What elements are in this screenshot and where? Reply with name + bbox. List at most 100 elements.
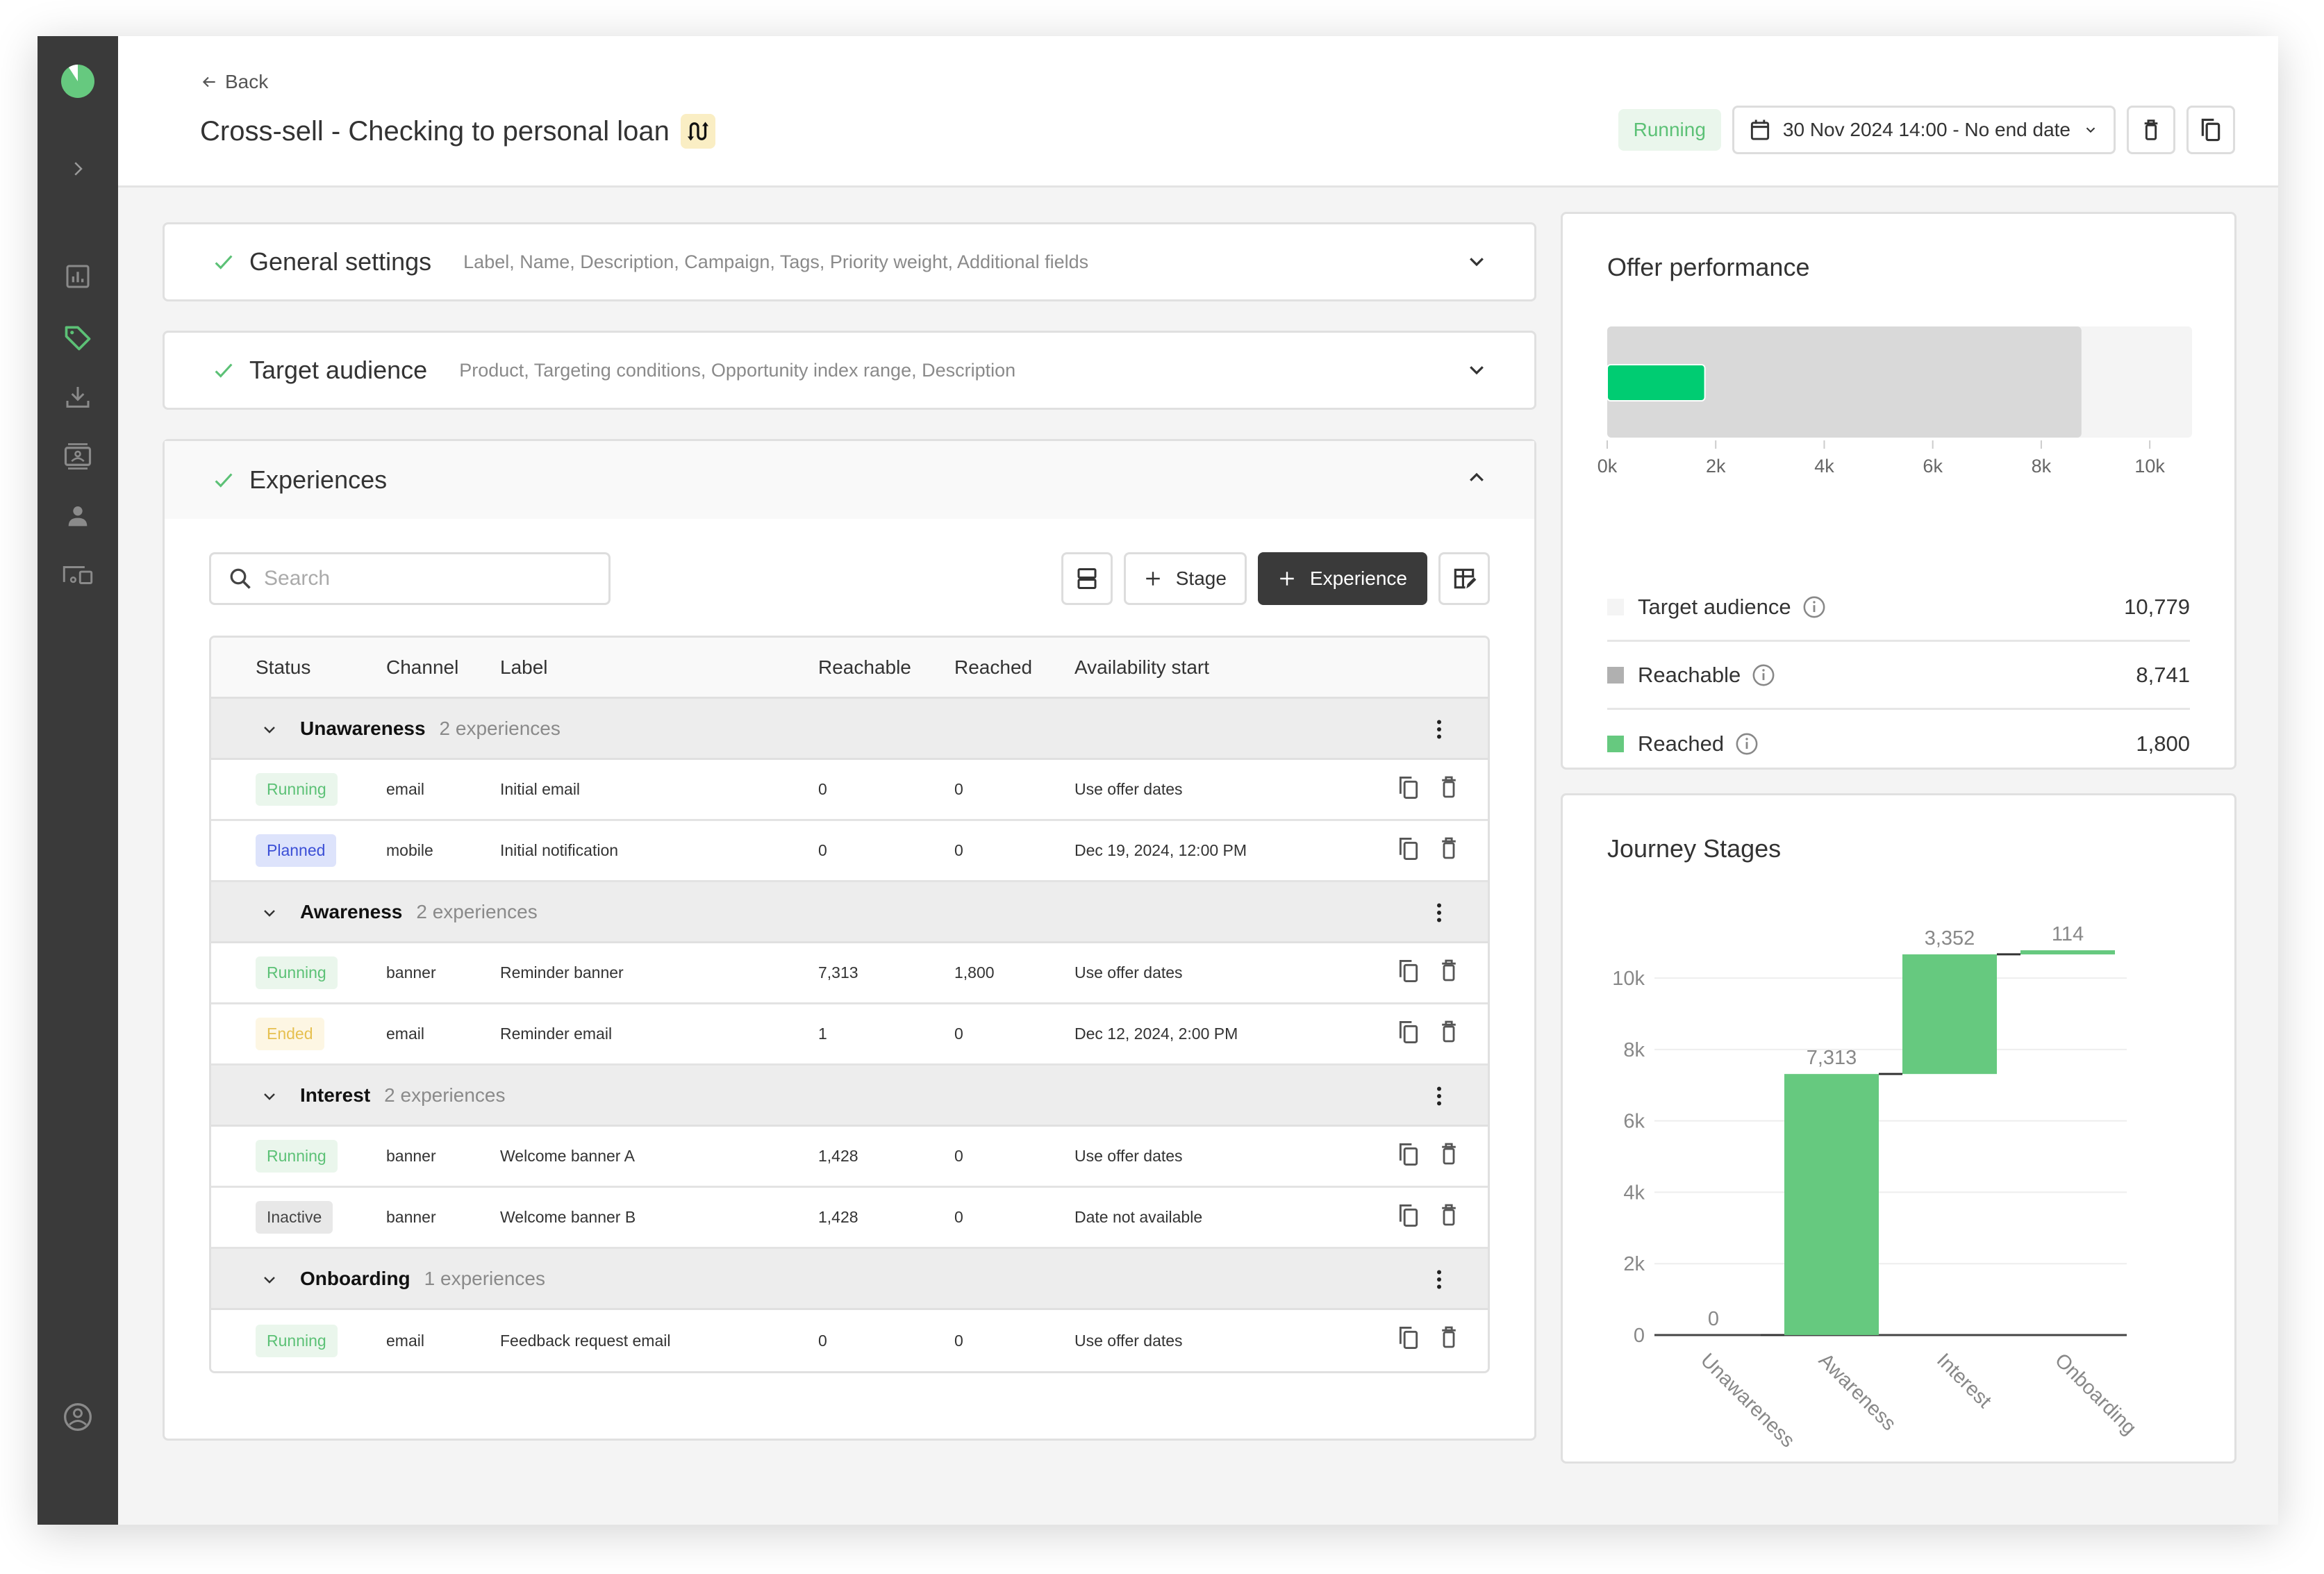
general-settings-header[interactable]: General settings Label, Name, Descriptio… [165,224,1534,299]
sidebar-item-import[interactable] [38,383,118,411]
reachable-cell: 0 [818,841,827,859]
more-vert-icon[interactable] [1427,1267,1452,1292]
search-field[interactable] [209,552,611,605]
reached-cell: 0 [954,841,963,859]
sidebar-item-devices[interactable] [38,561,118,589]
chevron-down-icon[interactable] [261,1088,278,1104]
delete-experience-button[interactable] [1439,1325,1459,1355]
availability-cell: Use offer dates [1074,1331,1183,1350]
delete-experience-button[interactable] [1439,1020,1459,1049]
experience-row[interactable]: Planned mobile Initial notification 0 0 … [211,821,1488,882]
copy-icon [1399,1021,1418,1043]
back-link[interactable]: Back [200,71,268,93]
label-cell[interactable]: Feedback request email [500,1332,670,1350]
add-stage-button[interactable]: Stage [1123,552,1247,605]
chevron-up-icon[interactable] [1466,467,1487,488]
experience-row[interactable]: Ended email Reminder email 1 0 Dec 12, 2… [211,1004,1488,1066]
availability-cell: Dec 19, 2024, 12:00 PM [1074,841,1247,859]
stage-group-row[interactable]: Awareness 2 experiences [211,882,1488,943]
more-vert-icon[interactable] [1427,1084,1452,1109]
delete-offer-button[interactable] [2127,106,2175,154]
sidebar-item-contacts[interactable] [38,442,118,471]
chevron-down-icon[interactable] [261,721,278,738]
info-icon[interactable] [1802,595,1826,619]
experiences-header[interactable]: Experiences [165,441,1534,519]
duplicate-experience-button[interactable] [1397,775,1420,804]
legend-swatch [1607,736,1624,752]
channel-cell: email [386,780,424,798]
experience-row[interactable]: Running banner Reminder banner 7,313 1,8… [211,943,1488,1004]
experience-row[interactable]: Running email Feedback request email 0 0… [211,1310,1488,1371]
legend-value: 1,800 [2136,731,2190,756]
edit-columns-button[interactable] [1438,552,1490,605]
trash-icon [1442,837,1456,859]
experience-row[interactable]: Running email Initial email 0 0 Use offe… [211,760,1488,821]
experience-row[interactable]: Running banner Welcome banner A 1,428 0 … [211,1127,1488,1188]
experience-row[interactable]: Inactive banner Welcome banner B 1,428 0… [211,1188,1488,1249]
general-settings-section[interactable]: General settings Label, Name, Descriptio… [163,222,1536,301]
delete-experience-button[interactable] [1439,836,1459,865]
label-cell[interactable]: Initial notification [500,841,618,860]
offer-performance-title: Offer performance [1607,253,1810,281]
duplicate-experience-button[interactable] [1397,1203,1420,1232]
duplicate-experience-button[interactable] [1397,959,1420,988]
duplicate-experience-button[interactable] [1397,836,1420,865]
duplicate-experience-button[interactable] [1397,1325,1420,1355]
sidebar-item-analytics[interactable] [38,263,118,290]
expand-sidebar-chevron-right-icon[interactable] [38,158,118,179]
stage-group-row[interactable]: Onboarding 1 experiences [211,1249,1488,1310]
delete-experience-button[interactable] [1439,775,1459,804]
delete-experience-button[interactable] [1439,1142,1459,1171]
stage-group-row[interactable]: Interest 2 experiences [211,1066,1488,1127]
delete-experience-button[interactable] [1439,1203,1459,1232]
column-header-channel[interactable]: Channel [386,656,458,679]
reached-cell: 0 [954,1208,963,1226]
info-icon[interactable] [1752,663,1775,687]
sidebar-item-account[interactable] [38,1402,118,1432]
label-cell[interactable]: Reminder email [500,1025,612,1043]
offer-performance-card: Offer performance 0k 2k 4k 6k 8k 10k Target a… [1561,212,2236,770]
duplicate-experience-button[interactable] [1397,1020,1420,1049]
date-range-select[interactable]: 30 Nov 2024 14:00 - No end date [1732,106,2116,154]
chevron-down-icon[interactable] [261,904,278,921]
duplicate-offer-button[interactable] [2186,106,2235,154]
label-cell[interactable]: Reminder banner [500,963,624,982]
logo-icon[interactable] [38,64,118,99]
chevron-down-icon[interactable] [1466,251,1487,272]
reachable-cell: 1 [818,1025,827,1043]
legend-label: Target audience [1638,594,1791,619]
sidebar-item-offers[interactable] [38,322,118,353]
availability-cell: Use offer dates [1074,1147,1183,1165]
label-cell[interactable]: Welcome banner B [500,1208,636,1227]
download-icon [66,387,90,408]
stage-group-row[interactable]: Unawareness 2 experiences [211,699,1488,760]
more-vert-icon[interactable] [1427,900,1452,925]
status-badge: Running [256,956,338,989]
chevron-down-icon[interactable] [1466,359,1487,380]
column-header-reached[interactable]: Reached [954,656,1032,679]
label-cell[interactable]: Welcome banner A [500,1147,635,1166]
chevron-down-icon[interactable] [261,1271,278,1288]
column-header-reachable[interactable]: Reachable [818,656,911,679]
more-vert-icon[interactable] [1427,717,1452,742]
legend-value: 10,779 [2124,594,2190,619]
app-window: Back Cross-sell - Checking to personal l… [38,36,2278,1525]
legend-reached: Reached 1,800 [1607,710,2190,778]
info-icon[interactable] [1735,732,1759,756]
column-header-status[interactable]: Status [256,656,310,679]
x-tick-label: Onboarding [2050,1349,2141,1439]
target-audience-section[interactable]: Target audience Product, Targeting condi… [163,331,1536,410]
y-tick-label: 6k [1623,1111,1645,1133]
toolbar-actions: Stage Experience [1061,552,1490,605]
delete-experience-button[interactable] [1439,959,1459,988]
target-audience-header[interactable]: Target audience Product, Targeting condi… [165,333,1534,408]
column-header-availability[interactable]: Availability start [1074,656,1209,679]
sidebar-item-users[interactable] [38,503,118,531]
label-cell[interactable]: Initial email [500,780,580,799]
search-input[interactable] [264,567,590,590]
add-experience-button[interactable]: Experience [1257,552,1427,605]
copy-icon [1399,960,1418,982]
collapse-all-button[interactable] [1061,552,1113,605]
duplicate-experience-button[interactable] [1397,1142,1420,1171]
column-header-label[interactable]: Label [500,656,548,679]
